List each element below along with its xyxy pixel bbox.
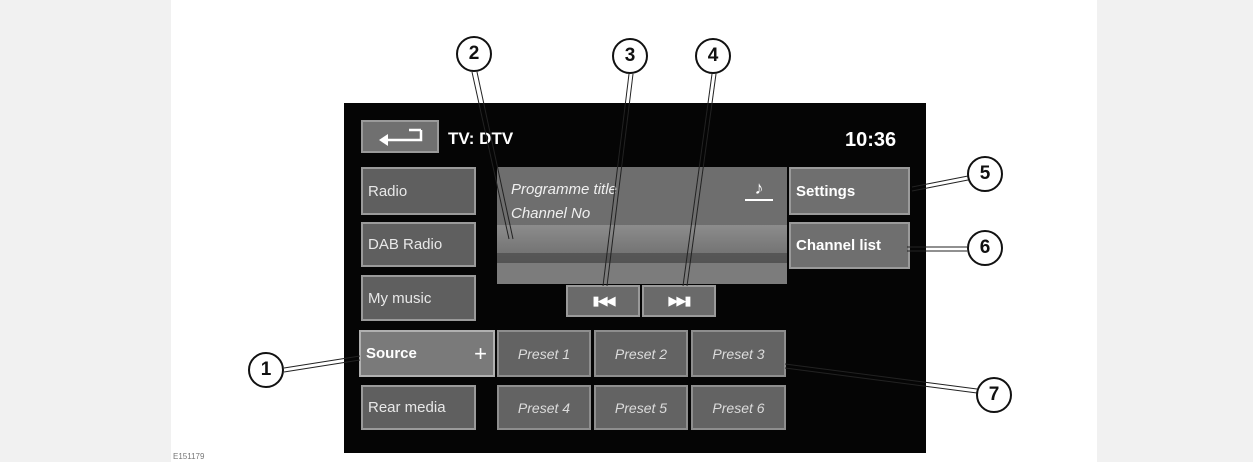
touchscreen-display: TV: DTV 10:36 Radio DAB Radio My music S… (344, 103, 926, 453)
skip-next-icon: ▶▶▮ (668, 293, 691, 308)
clock: 10:36 (845, 129, 897, 151)
preset-2-button[interactable]: Preset 2 (594, 330, 688, 377)
dab-radio-button[interactable]: DAB Radio (361, 222, 476, 267)
rear-media-button[interactable]: Rear media (361, 385, 476, 430)
source-title: TV: DTV (448, 129, 514, 148)
callout-6: 6 (967, 230, 1003, 266)
callout-3: 3 (612, 38, 648, 74)
plus-icon: + (474, 340, 487, 366)
callout-5: 5 (967, 156, 1003, 192)
channel-number: Channel No (511, 205, 591, 222)
preset-4-button[interactable]: Preset 4 (497, 385, 591, 430)
video-display[interactable]: Programme title Channel No ♪ (497, 167, 787, 284)
callout-7: 7 (976, 377, 1012, 413)
video-ground (497, 263, 787, 284)
callout-1: 1 (248, 352, 284, 388)
source-button-label: Source (366, 345, 417, 362)
my-music-button[interactable]: My music (361, 275, 476, 321)
radio-button[interactable]: Radio (361, 167, 476, 215)
return-arrow-icon (379, 128, 423, 146)
preset-1-button[interactable]: Preset 1 (497, 330, 591, 377)
figure-code: E151179 (173, 452, 205, 461)
preset-5-button[interactable]: Preset 5 (594, 385, 688, 430)
preset-6-button[interactable]: Preset 6 (691, 385, 786, 430)
skip-previous-button[interactable]: ▮◀◀ (566, 285, 640, 317)
preset-3-button[interactable]: Preset 3 (691, 330, 786, 377)
callout-4: 4 (695, 38, 731, 74)
back-button[interactable] (361, 120, 439, 153)
callout-2: 2 (456, 36, 492, 72)
music-note-icon[interactable]: ♪ (745, 177, 773, 201)
source-button[interactable]: Source + (359, 330, 495, 377)
settings-button[interactable]: Settings (789, 167, 910, 215)
channel-list-button[interactable]: Channel list (789, 222, 910, 269)
skip-previous-icon: ▮◀◀ (592, 293, 615, 308)
video-horizon (497, 253, 787, 263)
programme-title: Programme title (511, 181, 617, 198)
skip-next-button[interactable]: ▶▶▮ (642, 285, 716, 317)
